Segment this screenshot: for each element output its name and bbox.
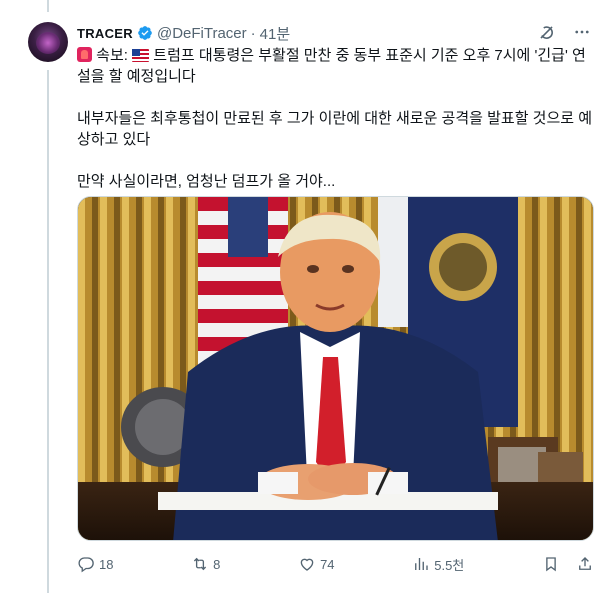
share-button[interactable]	[576, 555, 594, 573]
thread-line-top	[47, 0, 49, 12]
siren-emoji-icon	[77, 47, 92, 62]
timestamp[interactable]: 41분	[260, 23, 291, 44]
tweet-paragraph-3: 만약 사실이라면, 엄청난 덤프가 올 거야...	[77, 173, 336, 190]
views-icon	[415, 558, 428, 570]
paragraph-1-text: 트럼프 대통령은 부활절 만찬 중 동부 표준시 기준 오후 7시에 '긴급' …	[77, 47, 586, 85]
us-flag-emoji-icon	[132, 49, 150, 62]
tweet-header: TRACER @DeFiTracer · 41분	[77, 22, 592, 44]
tweet-paragraph-1: 속보: 트럼프 대통령은 부활절 만찬 중 동부 표준시 기준 오후 7시에 '…	[77, 45, 597, 87]
verified-badge-icon	[137, 25, 153, 41]
views-count: 5.5천	[434, 557, 465, 573]
views-button[interactable]: 5.5천	[412, 555, 464, 574]
like-count: 74	[320, 556, 335, 572]
bookmark-icon	[546, 557, 556, 572]
grok-icon[interactable]	[536, 22, 556, 42]
avatar[interactable]	[28, 22, 68, 62]
retweet-icon	[194, 557, 207, 571]
share-icon	[579, 557, 591, 570]
tweet-actions: 18 8 74 5.5천	[77, 554, 594, 574]
tweet-paragraph-2: 내부자들은 최후통첩이 만료된 후 그가 이란에 대한 새로운 공격을 발표할 …	[77, 110, 593, 148]
tweet-photo[interactable]	[77, 196, 594, 541]
like-button[interactable]: 74	[298, 555, 335, 573]
retweet-button[interactable]: 8	[191, 555, 220, 573]
bookmark-button[interactable]	[542, 555, 560, 573]
reply-count: 18	[99, 556, 114, 572]
thread-line	[47, 70, 49, 593]
reply-icon	[78, 557, 94, 573]
reply-button[interactable]: 18	[77, 555, 113, 573]
heart-icon	[300, 558, 314, 571]
author-handle[interactable]: @DeFiTracer	[157, 25, 247, 42]
photo-illustration	[78, 197, 593, 540]
breaking-label: 속보:	[96, 47, 128, 64]
tweet-text: 속보: 트럼프 대통령은 부활절 만찬 중 동부 표준시 기준 오후 7시에 '…	[77, 45, 597, 192]
author-name[interactable]: TRACER	[77, 26, 133, 41]
more-icon[interactable]	[572, 22, 592, 42]
separator-dot: ·	[250, 24, 256, 42]
retweet-count: 8	[213, 556, 221, 572]
